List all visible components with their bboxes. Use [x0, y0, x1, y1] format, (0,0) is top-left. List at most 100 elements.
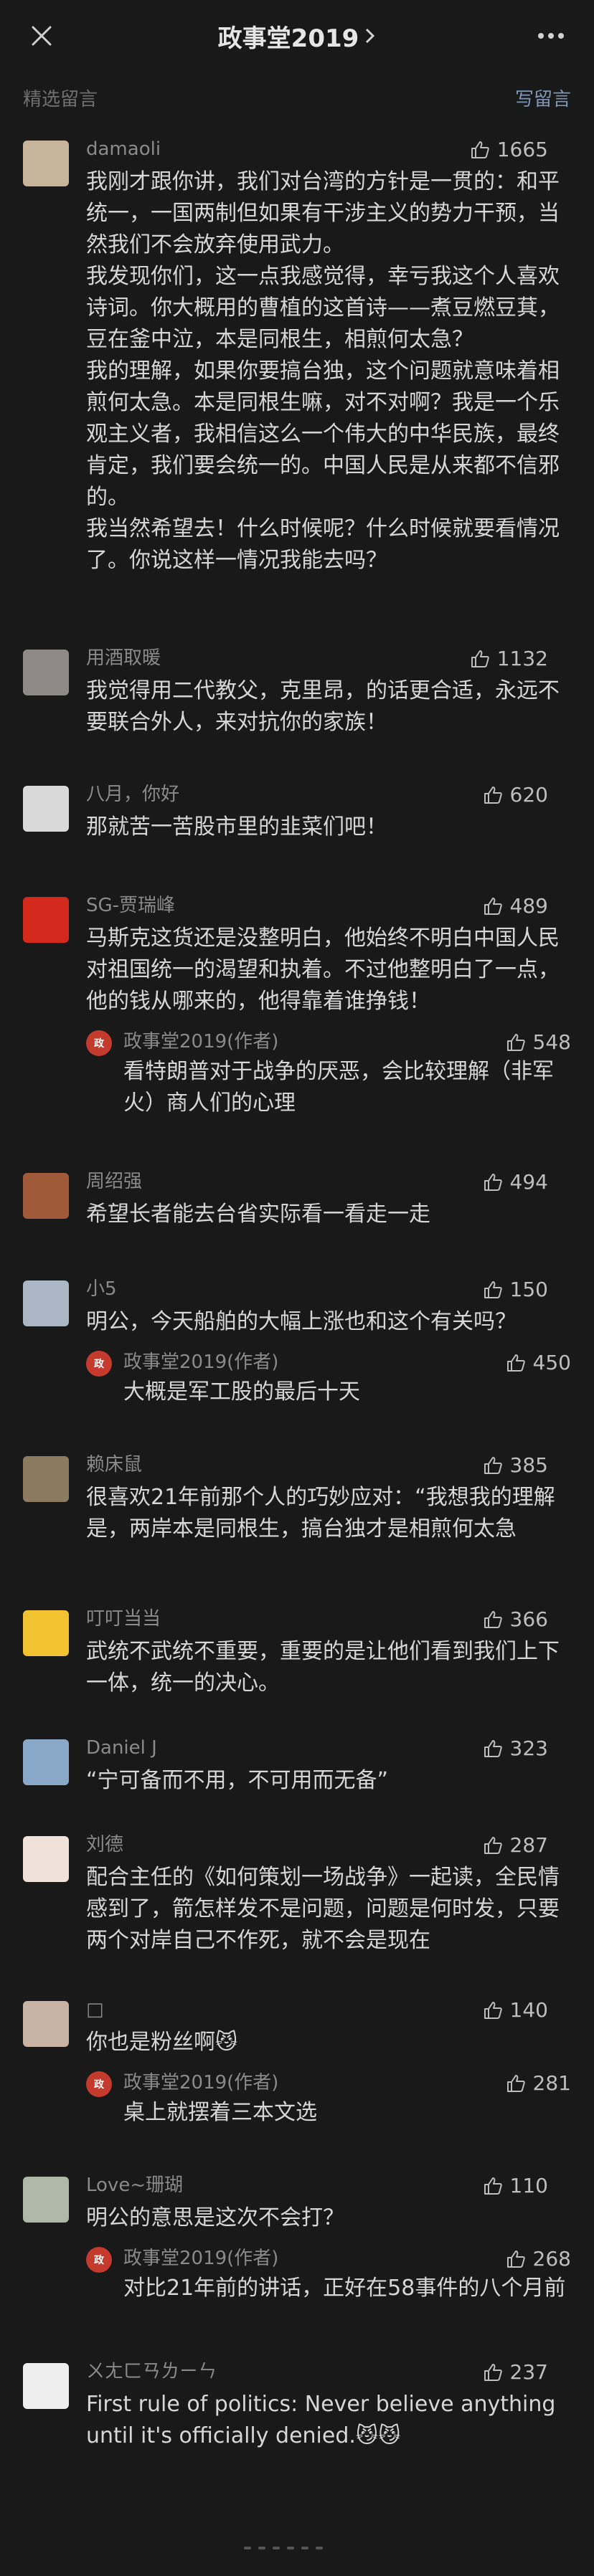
featured-comments-label: 精选留言 [23, 88, 98, 110]
avatar[interactable] [23, 650, 69, 695]
reply-like-button[interactable]: 548 [506, 1030, 571, 1054]
close-icon[interactable] [27, 22, 56, 50]
page-title-text: 政事堂2019 [217, 24, 359, 53]
reply-author: 政事堂2019(作者) [123, 1351, 279, 1373]
avatar[interactable] [23, 1173, 69, 1219]
thumbs-up-icon [484, 1280, 502, 1298]
author-logo-icon: 政 [86, 1030, 112, 1056]
author-reply: 政 政事堂2019(作者) 268 对比21年前的讲话，正好在58事件的八个月前 [86, 2244, 571, 2304]
reply-text: 大概是军工股的最后十天 [123, 1379, 360, 1405]
like-count: 1132 [496, 647, 548, 670]
avatar[interactable] [23, 1280, 69, 1326]
top-bar: 政事堂2019 [0, 0, 594, 72]
like-count: 385 [509, 1453, 548, 1477]
write-comment-link[interactable]: 写留言 [515, 85, 571, 111]
comment-text: “宁可备而不用，不可用而无备” [86, 1768, 389, 1793]
like-button[interactable]: 140 [483, 1998, 548, 2022]
like-button[interactable]: 1132 [470, 647, 548, 670]
avatar[interactable] [23, 1739, 69, 1785]
like-button[interactable]: 620 [483, 783, 548, 807]
reply-like-button[interactable]: 281 [506, 2071, 571, 2095]
scroll-indicator [244, 2547, 323, 2549]
avatar[interactable] [23, 2001, 69, 2047]
avatar[interactable] [23, 897, 69, 943]
reply-like-count: 548 [532, 1030, 571, 1054]
reply-text: 桌上就摆着三本文选 [123, 2100, 317, 2125]
author-logo-icon: 政 [86, 2071, 112, 2097]
like-count: 140 [509, 1998, 548, 2022]
avatar[interactable] [23, 786, 69, 832]
thumbs-up-icon [484, 1836, 502, 1854]
like-button[interactable]: 366 [483, 1607, 548, 1631]
reply-like-count: 281 [532, 2071, 571, 2095]
comments-subheader: 精选留言 写留言 [0, 77, 594, 118]
page-title[interactable]: 政事堂2019 [218, 19, 377, 54]
thumbs-up-icon [484, 1173, 502, 1191]
comment-text: 马斯克这货还是没整明白，他始终不明白中国人民对祖国统一的渴望和执着。不过他整明白… [86, 926, 560, 1014]
author-reply: 政 政事堂2019(作者) 450 大概是军工股的最后十天 [86, 1348, 571, 1408]
like-button[interactable]: 1665 [470, 138, 548, 161]
thumbs-up-icon [484, 1739, 502, 1757]
thumbs-up-icon [471, 650, 489, 667]
like-button[interactable]: 110 [483, 2174, 548, 2197]
avatar[interactable] [23, 141, 69, 186]
avatar[interactable] [23, 2177, 69, 2223]
avatar[interactable] [23, 1836, 69, 1882]
comment-text: 很喜欢21年前那个人的巧妙应对：“我想我的理解是，两岸本是同根生，搞台独才是相煎… [86, 1485, 555, 1541]
comment-text: 我觉得用二代教父，克里昂，的话更合适，永远不要联合外人，来对抗你的家族！ [86, 678, 560, 735]
reply-text: 看特朗普对于战争的厌恶，会比较理解（非军火）商人们的心理 [123, 1059, 554, 1116]
like-button[interactable]: 494 [483, 1170, 548, 1194]
comment-text: 明公，今天船舶的大幅上涨也和这个有关吗？ [86, 1309, 517, 1334]
thumbs-up-icon [484, 2177, 502, 2195]
like-count: 494 [509, 1170, 548, 1194]
like-button[interactable]: 385 [483, 1453, 548, 1477]
comment-text: 那就苦一苦股市里的韭菜们吧！ [86, 814, 387, 840]
comment-text: 我刚才跟你讲，我们对台湾的方针是一贯的：和平统一，一国两制但如果有干涉主义的势力… [86, 169, 560, 573]
like-button[interactable]: 323 [483, 1736, 548, 1760]
reply-like-count: 450 [532, 1351, 571, 1374]
more-icon[interactable] [534, 23, 568, 49]
reply-author: 政事堂2019(作者) [123, 2072, 279, 2093]
comment-text: 明公的意思是这次不会打？ [86, 2205, 344, 2230]
author-reply: 政 政事堂2019(作者) 548 看特朗普对于战争的厌恶，会比较理解（非军火）… [86, 1027, 571, 1119]
like-count: 110 [509, 2174, 548, 2197]
thumbs-up-icon [484, 2001, 502, 2019]
like-button[interactable]: 287 [483, 1833, 548, 1857]
thumbs-up-icon [506, 1354, 525, 1372]
thumbs-up-icon [484, 897, 502, 915]
like-count: 620 [509, 783, 548, 807]
thumbs-up-icon [484, 786, 502, 804]
avatar[interactable] [23, 1456, 69, 1502]
like-count: 323 [509, 1736, 548, 1760]
like-count: 1665 [496, 138, 548, 161]
reply-text: 对比21年前的讲话，正好在58事件的八个月前 [123, 2276, 566, 2301]
author-reply: 政 政事堂2019(作者) 281 桌上就摆着三本文选 [86, 2068, 571, 2129]
like-button[interactable]: 489 [483, 894, 548, 918]
thumbs-up-icon [506, 1033, 525, 1051]
author-logo-icon: 政 [86, 1351, 112, 1377]
thumbs-up-icon [506, 2250, 525, 2268]
avatar[interactable] [23, 2363, 69, 2409]
avatar[interactable] [23, 1610, 69, 1656]
like-count: 489 [509, 894, 548, 918]
thumbs-up-icon [484, 1610, 502, 1628]
like-count: 366 [509, 1607, 548, 1631]
like-count: 237 [509, 2360, 548, 2384]
reply-author: 政事堂2019(作者) [123, 2248, 279, 2269]
reply-like-button[interactable]: 268 [506, 2247, 571, 2271]
comment-text: First rule of politics: Never believe an… [86, 2392, 562, 2448]
comment-text: 配合主任的《如何策划一场战争》一起读，全民情感到了，箭怎样发不是问题，问题是何时… [86, 1865, 560, 1953]
comment-text: 你也是粉丝啊😼 [86, 2030, 238, 2055]
like-button[interactable]: 150 [483, 1278, 548, 1301]
author-logo-icon: 政 [86, 2247, 112, 2273]
reply-like-button[interactable]: 450 [506, 1351, 571, 1374]
thumbs-up-icon [506, 2074, 525, 2092]
reply-like-count: 268 [532, 2247, 571, 2271]
like-count: 287 [509, 1833, 548, 1857]
comment-text: 希望长者能去台省实际看一看走一走 [86, 1202, 430, 1227]
chevron-right-icon [366, 28, 375, 44]
like-button[interactable]: 237 [483, 2360, 548, 2384]
reply-author: 政事堂2019(作者) [123, 1031, 279, 1052]
thumbs-up-icon [484, 2363, 502, 2381]
thumbs-up-icon [471, 141, 489, 158]
